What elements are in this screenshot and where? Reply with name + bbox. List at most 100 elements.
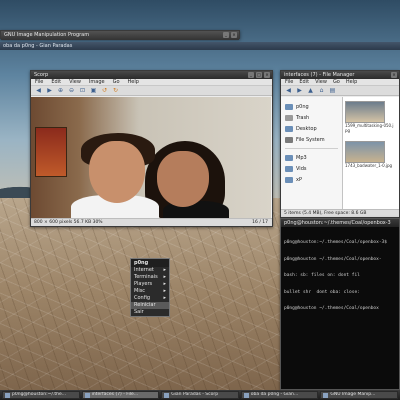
gimp-window[interactable]: GNU Image Manipulation Program _ × <box>0 30 240 40</box>
folder-icon <box>84 392 90 398</box>
place-label: Desktop <box>296 125 317 132</box>
menu-edit[interactable]: Edit <box>51 79 61 85</box>
photo-poster <box>35 127 67 177</box>
menu-item-terminais[interactable]: Terminais ▸ <box>131 274 169 281</box>
file-item[interactable]: 1599_multitasking-050.jpg <box>345 101 397 133</box>
drive-icon <box>285 136 293 143</box>
minimize-icon[interactable]: _ <box>248 72 254 78</box>
forward-icon[interactable]: ▶ <box>296 87 303 94</box>
terminal-output[interactable]: p0ng@houston:~/.themes/Coal/openbox-3$ p… <box>281 227 399 325</box>
gimp-titlebar[interactable]: GNU Image Manipulation Program _ × <box>1 31 239 40</box>
zoom-out-icon[interactable]: ⊖ <box>68 87 75 94</box>
fm-menu-edit[interactable]: Edit <box>299 79 309 85</box>
close-icon[interactable]: × <box>391 72 397 78</box>
terminal-titlebar[interactable]: p0ng@houston:~/.themes/Coal/openbox-3 <box>281 219 399 227</box>
viewer-status-index: 16 / 17 <box>252 220 268 225</box>
place-trash[interactable]: Trash <box>281 112 342 123</box>
menu-header: p0ng <box>131 259 169 267</box>
menu-item-sair[interactable]: Sair <box>131 309 169 316</box>
folder-icon <box>285 165 293 172</box>
menu-item-label: Internet <box>134 267 154 273</box>
place-vids[interactable]: Vids <box>281 163 342 174</box>
viewer-toolbar: ◀ ▶ ⊕ ⊖ ⊡ ▣ ↺ ↻ <box>31 86 272 96</box>
trash-icon <box>285 114 293 121</box>
chevron-right-icon: ▸ <box>163 267 166 273</box>
place-label: p0ng <box>296 103 309 110</box>
file-item[interactable]: 1743_badwater_1-0.jpg <box>345 141 397 168</box>
close-icon[interactable]: × <box>231 32 237 38</box>
rotate-left-icon[interactable]: ↺ <box>101 87 108 94</box>
home-icon[interactable]: ⌂ <box>318 87 325 94</box>
back-icon[interactable]: ◀ <box>285 87 292 94</box>
image-canvas[interactable] <box>31 97 272 218</box>
task-terminal[interactable]: p0ng@houston:~/.the... <box>2 391 80 399</box>
task-label: p0ng@houston:~/.the... <box>12 392 67 397</box>
task-gimp[interactable]: GNU Image Manip... <box>320 391 398 399</box>
file-manager-window[interactable]: interfaces (7) - File Manager × File Edi… <box>280 70 400 218</box>
view-icon[interactable]: ▤ <box>329 87 336 94</box>
zoom-fit-icon[interactable]: ⊡ <box>79 87 86 94</box>
folder-icon <box>285 154 293 161</box>
desktop-icon <box>285 125 293 132</box>
menu-item-label: Terminais <box>134 274 158 280</box>
terminal-window[interactable]: p0ng@houston:~/.themes/Coal/openbox-3 p0… <box>280 218 400 390</box>
up-icon[interactable]: ▲ <box>307 87 314 94</box>
menu-file[interactable]: File <box>35 79 43 85</box>
menu-item-label: Config <box>134 295 151 301</box>
back-icon[interactable]: ◀ <box>35 87 42 94</box>
task-file-manager[interactable]: interfaces (7) - File... <box>81 391 160 399</box>
place-home[interactable]: p0ng <box>281 101 342 112</box>
task-image-viewer[interactable]: Gian Paradas - Scorp <box>161 391 239 399</box>
filemgr-titlebar[interactable]: interfaces (7) - File Manager × <box>281 71 399 79</box>
maximize-icon[interactable]: □ <box>256 72 262 78</box>
menu-view[interactable]: View <box>69 79 81 85</box>
image-viewer-window[interactable]: Scorp _ □ × File Edit View Image Go Help… <box>30 70 273 227</box>
viewer-titlebar[interactable]: Scorp _ □ × <box>31 71 272 79</box>
place-label: Mp3 <box>296 154 307 161</box>
image-thumbnail-icon <box>345 141 385 163</box>
image-icon <box>164 392 170 398</box>
chevron-right-icon: ▸ <box>163 288 166 294</box>
place-filesystem[interactable]: File System <box>281 134 342 145</box>
menu-image[interactable]: Image <box>89 79 105 85</box>
terminal-line: p0ng@houston:~/.themes/Coal/openbox-3$ <box>284 240 387 245</box>
menu-item-config[interactable]: Config ▸ <box>131 295 169 302</box>
place-label: File System <box>296 136 325 143</box>
terminal-line: p0ng@houston ~/.themes/Coal/openbox- <box>284 256 382 262</box>
menu-item-misc[interactable]: Misc ▸ <box>131 288 169 295</box>
fm-menu-help[interactable]: Help <box>346 79 357 85</box>
menu-help[interactable]: Help <box>128 79 139 85</box>
close-icon[interactable]: × <box>264 72 270 78</box>
place-label: Trash <box>296 114 310 121</box>
place-desktop[interactable]: Desktop <box>281 123 342 134</box>
minimize-icon[interactable]: _ <box>223 32 229 38</box>
task-browser[interactable]: oba da p0ng - Gian... <box>240 391 319 399</box>
place-xp[interactable]: xP <box>281 174 342 185</box>
fm-menu-view[interactable]: View <box>315 79 327 85</box>
place-mp3[interactable]: Mp3 <box>281 152 342 163</box>
top-window-title: oba da p0ng - Gian Paradas <box>3 43 73 49</box>
zoom-in-icon[interactable]: ⊕ <box>57 87 64 94</box>
forward-icon[interactable]: ▶ <box>46 87 53 94</box>
terminal-icon <box>5 392 10 398</box>
file-list: 1599_multitasking-050.jpg 1743_badwater_… <box>343 97 399 209</box>
menu-item-reiniciar[interactable]: Reiniciar <box>131 302 169 309</box>
menu-item-internet[interactable]: Internet ▸ <box>131 267 169 274</box>
terminal-line: bullet shr dont oba: close: <box>284 289 360 295</box>
top-window-titlebar[interactable]: oba da p0ng - Gian Paradas <box>0 42 400 50</box>
fm-menu-file[interactable]: File <box>285 79 293 85</box>
menu-item-players[interactable]: Players ▸ <box>131 281 169 288</box>
chevron-right-icon: ▸ <box>163 274 166 280</box>
viewer-title: Scorp <box>34 72 49 78</box>
zoom-100-icon[interactable]: ▣ <box>90 87 97 94</box>
terminal-line: p0ng@houston ~/.themes/Coal/openbox <box>284 306 379 311</box>
terminal-line: bash: sb: files on: dont fil <box>284 273 360 278</box>
rotate-right-icon[interactable]: ↻ <box>112 87 119 94</box>
places-sidebar: p0ng Trash Desktop File System Mp3 Vids … <box>281 97 343 209</box>
sidebar-divider <box>285 148 338 149</box>
gimp-window-title: GNU Image Manipulation Program <box>4 32 90 38</box>
home-folder-icon <box>285 103 293 110</box>
fm-menu-go[interactable]: Go <box>333 79 340 85</box>
menu-go[interactable]: Go <box>113 79 120 85</box>
terminal-title: p0ng@houston:~/.themes/Coal/openbox-3 <box>284 220 391 226</box>
